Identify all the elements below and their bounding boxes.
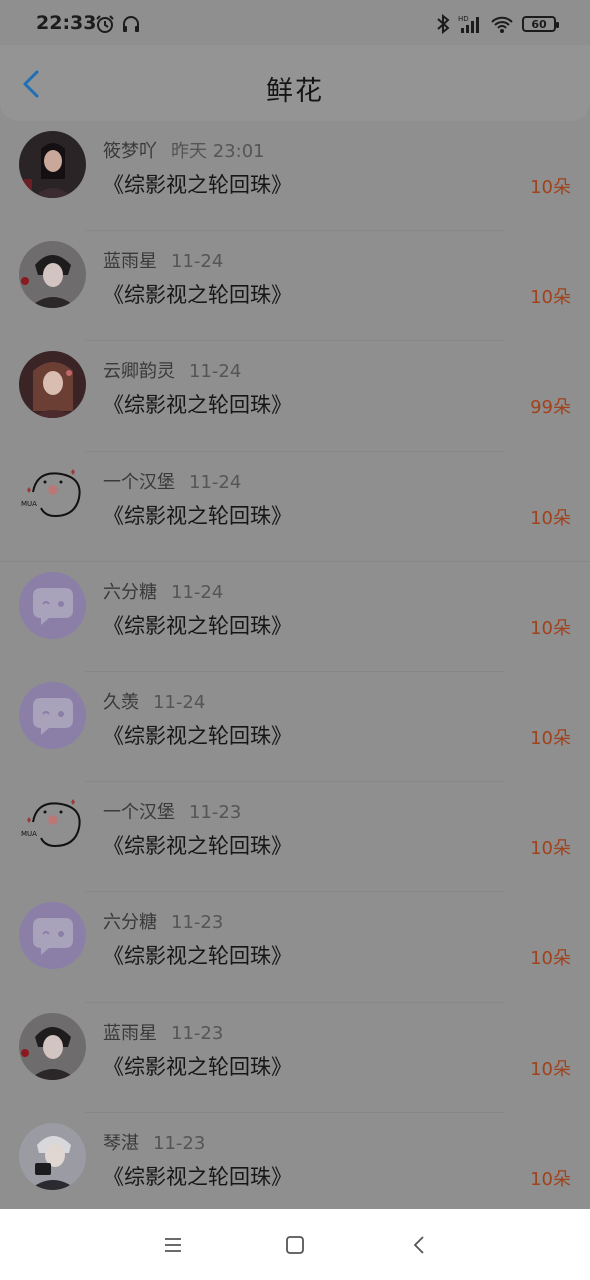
list-item[interactable]: 云卿韵灵 11-24 《综影视之轮回珠》 99朵 bbox=[0, 341, 590, 452]
flower-count: 10朵 bbox=[530, 1058, 571, 1080]
battery-icon: 60 bbox=[522, 16, 559, 32]
flower-count: 10朵 bbox=[530, 1168, 571, 1190]
chat-bubble-avatar-icon[interactable] bbox=[19, 681, 86, 749]
menu-icon[interactable] bbox=[161, 1233, 185, 1257]
chat-bubble-avatar-icon[interactable] bbox=[19, 902, 86, 970]
send-date: 11-24 bbox=[189, 471, 242, 493]
flower-count: 10朵 bbox=[530, 507, 571, 529]
send-date: 11-23 bbox=[153, 1132, 206, 1154]
book-title: 《综影视之轮回珠》 bbox=[103, 1054, 292, 1079]
boy-camera-avatar-icon[interactable] bbox=[19, 1122, 86, 1190]
page-title: 鲜花 bbox=[266, 76, 324, 107]
back-triangle-icon[interactable] bbox=[407, 1233, 431, 1257]
chat-bubble-avatar-icon[interactable] bbox=[19, 571, 86, 639]
headphones-icon bbox=[123, 16, 139, 32]
list-item[interactable]: 六分糖 11-24 《综影视之轮回珠》 10朵 bbox=[0, 562, 590, 672]
sender-name: 云卿韵灵 bbox=[103, 361, 175, 383]
book-title: 《综影视之轮回珠》 bbox=[103, 283, 292, 308]
flower-count: 10朵 bbox=[530, 727, 571, 749]
sender-name: 琴湛 bbox=[103, 1132, 139, 1154]
flower-record-list: 筱梦吖 昨天 23:01 《综影视之轮回珠》 10朵 蓝雨星 11-24 《综影视之… bbox=[0, 121, 590, 1223]
mua-sticker-avatar-icon[interactable]: MUA bbox=[19, 792, 86, 860]
flower-count: 10朵 bbox=[530, 617, 571, 639]
list-item[interactable]: 琴湛 11-23 《综影视之轮回珠》 10朵 bbox=[0, 1113, 590, 1223]
boy-avatar-icon[interactable] bbox=[19, 241, 86, 309]
top-app-bar: 鲜花 bbox=[0, 45, 590, 121]
list-item[interactable]: 六分糖 11-23 《综影视之轮回珠》 10朵 bbox=[0, 892, 590, 1003]
status-time: 22:33 bbox=[36, 12, 97, 34]
list-item[interactable]: MUA 一个汉堡 11-24 《综影视之轮回珠》 10朵 bbox=[0, 452, 590, 562]
status-bar: 22:33 HD 60 bbox=[0, 0, 590, 45]
sender-name: 蓝雨星 bbox=[103, 1022, 157, 1044]
flower-count: 10朵 bbox=[530, 177, 571, 198]
book-title: 《综影视之轮回珠》 bbox=[103, 944, 292, 969]
battery-level: 60 bbox=[531, 17, 547, 31]
hd-label: HD bbox=[458, 15, 469, 23]
list-item[interactable]: 蓝雨星 11-23 《综影视之轮回珠》 10朵 bbox=[0, 1003, 590, 1113]
book-title: 《综影视之轮回珠》 bbox=[103, 503, 292, 528]
flower-count: 10朵 bbox=[530, 838, 571, 860]
sender-name: 筱梦吖 bbox=[103, 141, 157, 162]
send-date: 11-24 bbox=[171, 251, 224, 273]
sender-name: 一个汉堡 bbox=[103, 471, 175, 493]
system-nav-bar bbox=[0, 1209, 590, 1280]
sender-name: 六分糖 bbox=[103, 581, 157, 603]
send-date: 11-23 bbox=[189, 802, 242, 824]
avatar-mua-text: MUA bbox=[21, 500, 37, 508]
book-title: 《综影视之轮回珠》 bbox=[103, 1164, 292, 1189]
girl-avatar-icon[interactable] bbox=[19, 131, 86, 198]
flower-count: 10朵 bbox=[530, 287, 571, 309]
book-title: 《综影视之轮回珠》 bbox=[103, 834, 292, 859]
sender-name: 蓝雨星 bbox=[103, 251, 157, 273]
alarm-clock-icon bbox=[96, 15, 114, 33]
signal-icon: HD bbox=[458, 15, 479, 33]
boy-avatar-icon[interactable] bbox=[19, 1012, 86, 1080]
sender-name: 久羡 bbox=[103, 691, 139, 713]
send-date: 11-24 bbox=[189, 361, 242, 383]
book-title: 《综影视之轮回珠》 bbox=[103, 723, 292, 748]
book-title: 《综影视之轮回珠》 bbox=[103, 613, 292, 638]
list-item[interactable]: 久羡 11-24 《综影视之轮回珠》 10朵 bbox=[0, 672, 590, 783]
sender-name: 一个汉堡 bbox=[103, 802, 175, 824]
wifi-icon bbox=[491, 16, 513, 33]
send-date: 11-23 bbox=[171, 1022, 224, 1044]
flower-count: 10朵 bbox=[530, 948, 571, 970]
anime-girl-avatar-icon[interactable] bbox=[19, 351, 86, 419]
send-date: 11-23 bbox=[171, 912, 224, 934]
book-title: 《综影视之轮回珠》 bbox=[103, 393, 292, 418]
home-square-icon[interactable] bbox=[283, 1233, 307, 1257]
list-item[interactable]: MUA 一个汉堡 11-23 《综影视之轮回珠》 10朵 bbox=[0, 782, 590, 893]
send-date: 11-24 bbox=[171, 581, 224, 603]
list-item[interactable]: 蓝雨星 11-24 《综影视之轮回珠》 10朵 bbox=[0, 231, 590, 342]
send-date: 昨天 23:01 bbox=[171, 141, 265, 162]
send-date: 11-24 bbox=[153, 691, 206, 713]
mua-sticker-avatar-icon[interactable]: MUA bbox=[19, 461, 86, 529]
bluetooth-icon bbox=[437, 14, 450, 34]
flower-count: 99朵 bbox=[530, 397, 571, 419]
book-title: 《综影视之轮回珠》 bbox=[103, 173, 292, 197]
sender-name: 六分糖 bbox=[103, 912, 157, 934]
list-item[interactable]: 筱梦吖 昨天 23:01 《综影视之轮回珠》 10朵 bbox=[0, 121, 590, 232]
avatar-mua-text: MUA bbox=[21, 830, 37, 838]
